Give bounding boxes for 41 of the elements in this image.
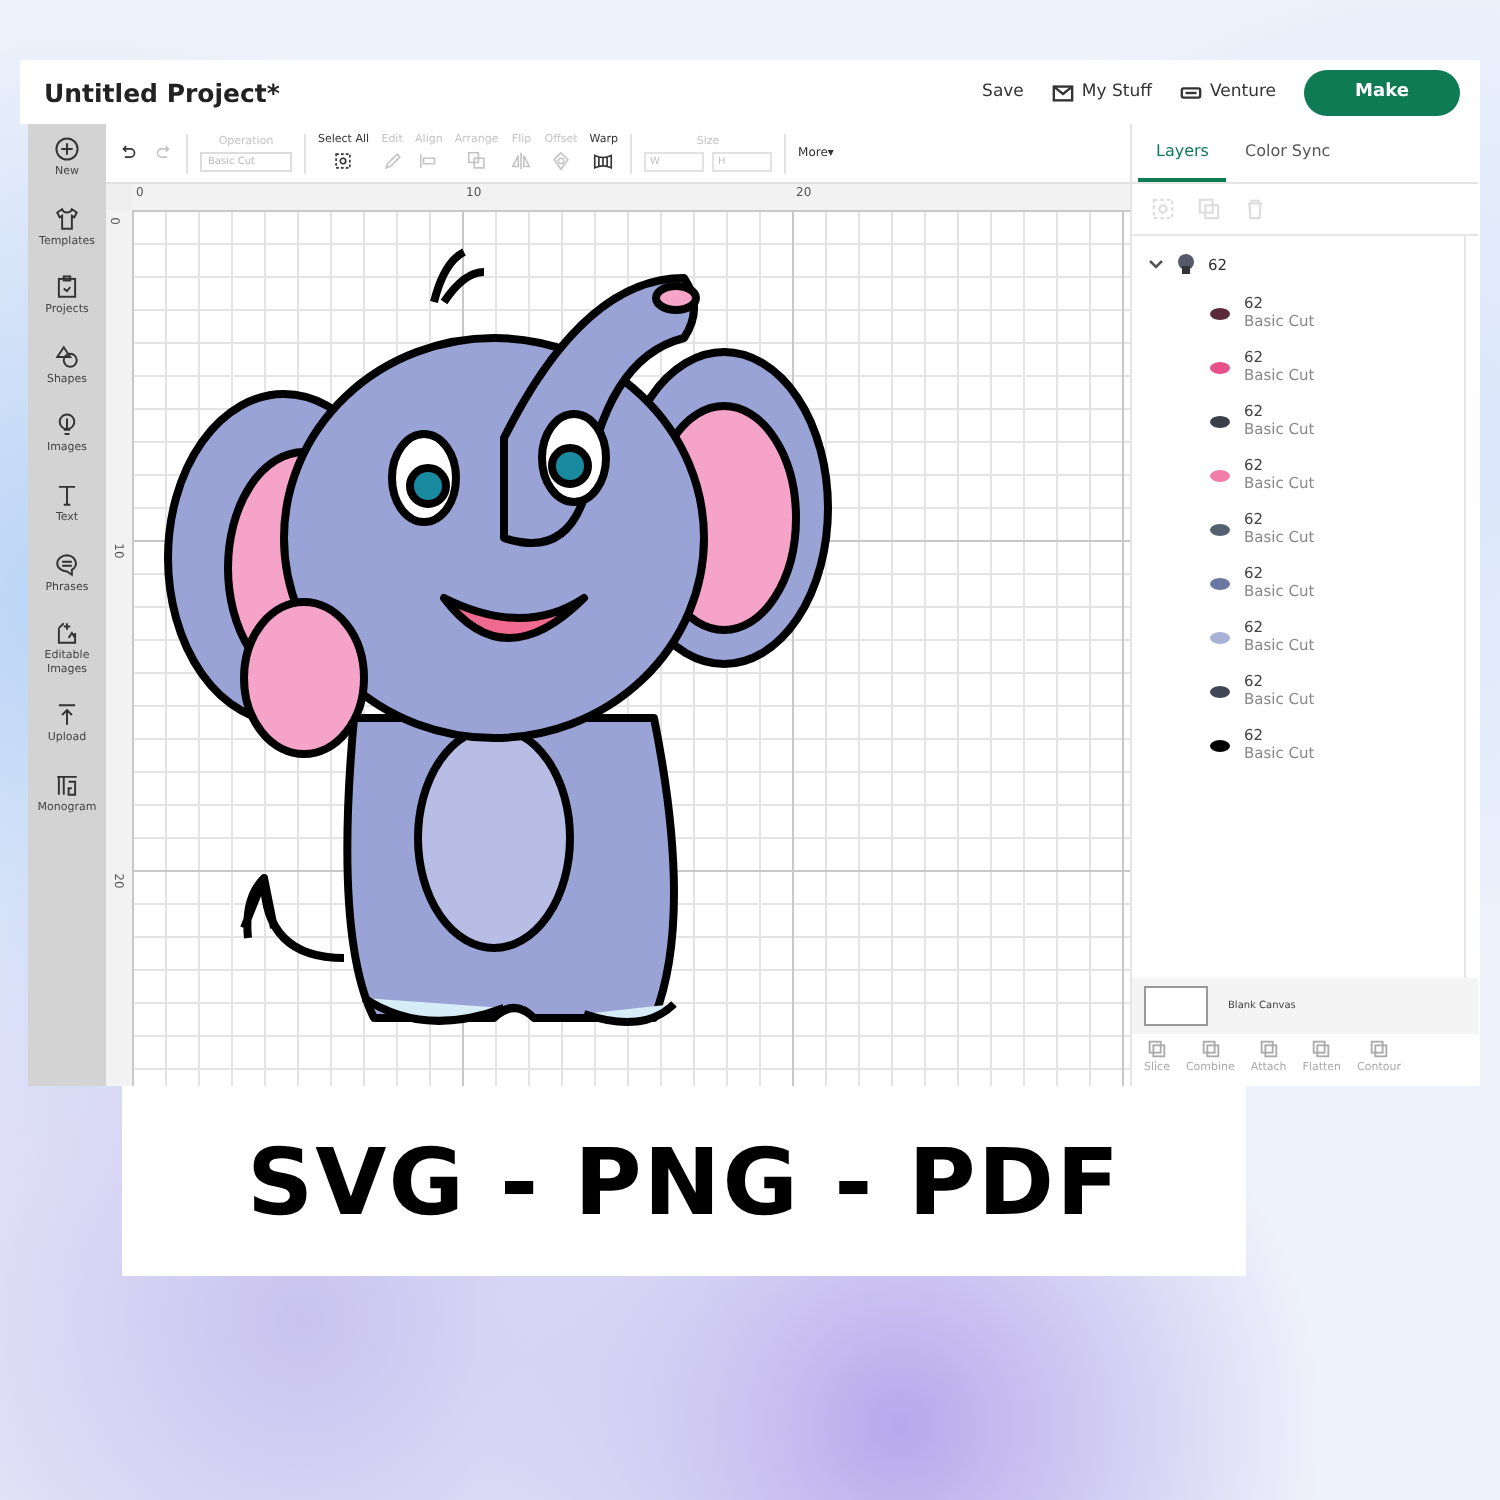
save-link[interactable]: Save <box>982 82 1024 102</box>
caret-icon <box>1148 256 1164 272</box>
select-icon <box>332 150 355 172</box>
shapes-icon <box>54 343 80 370</box>
overlap-squares-icon <box>1310 1038 1333 1060</box>
format-banner: SVG - PNG - PDF <box>122 1086 1246 1276</box>
warp-icon <box>592 150 615 172</box>
overlap-squares-icon <box>1199 1038 1222 1060</box>
align-icon <box>417 150 440 172</box>
undo-button[interactable] <box>118 142 140 164</box>
overlap-squares-icon <box>1368 1038 1391 1060</box>
panel-tab[interactable]: Layers <box>1138 124 1227 182</box>
text-icon <box>54 481 80 508</box>
arrange-icon <box>465 150 488 172</box>
overlap-squares-icon <box>1257 1038 1280 1060</box>
offset-icon <box>550 150 573 172</box>
layer-thumbnail <box>1174 252 1198 276</box>
flip-icon <box>510 150 533 172</box>
delete-icon[interactable] <box>1244 198 1266 220</box>
redo-icon <box>152 142 174 164</box>
group-icon[interactable] <box>1152 198 1174 220</box>
shirt-icon <box>54 205 80 232</box>
machine-link[interactable]: Venture <box>1179 81 1276 103</box>
bulb-icon <box>54 412 80 439</box>
monogram-icon <box>54 771 80 798</box>
mail-icon <box>1051 81 1074 103</box>
edit-icon <box>54 620 80 647</box>
plus-icon <box>54 136 80 162</box>
make-button[interactable]: Make <box>1304 69 1460 115</box>
clipboard-icon <box>54 274 80 301</box>
blank-canvas-swatch[interactable] <box>1144 986 1208 1026</box>
upload-icon <box>54 702 80 729</box>
machine-icon <box>1179 81 1202 103</box>
duplicate-icon[interactable] <box>1198 198 1220 220</box>
panel-tab[interactable]: Color Sync <box>1226 124 1349 182</box>
undo-icon <box>118 142 140 164</box>
edit-icon <box>381 150 404 172</box>
bubble-icon <box>54 551 80 578</box>
project-title: Untitled Project* <box>44 77 282 107</box>
my-stuff-link[interactable]: My Stuff <box>1051 81 1152 103</box>
overlap-squares-icon <box>1145 1038 1168 1060</box>
